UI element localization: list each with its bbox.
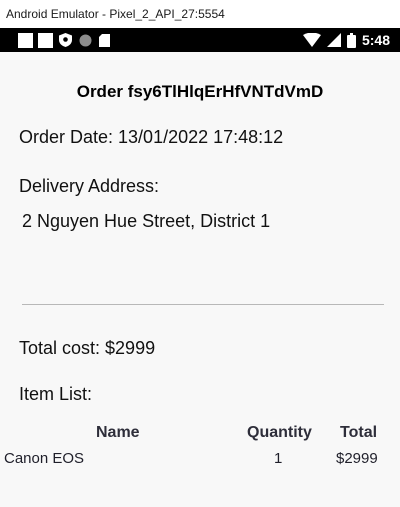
status-bar-system: 5:48 <box>302 28 390 52</box>
status-bar-time: 5:48 <box>361 32 390 48</box>
order-date: Order Date: 13/01/2022 17:48:12 <box>19 127 284 147</box>
item-quantity: 1 <box>274 450 283 467</box>
status-bar-notifications <box>18 32 111 48</box>
total-cost: Total cost: $2999 <box>19 338 156 358</box>
item-total: $2999 <box>336 450 378 467</box>
column-header-quantity: Quantity <box>247 424 312 441</box>
column-header-name: Name <box>96 424 140 441</box>
battery-icon <box>346 32 356 48</box>
order-title: Order fsy6TlHlqErHfVNTdVmD <box>76 82 324 101</box>
android-status-bar: 5:48 <box>0 28 400 52</box>
delivery-address-label: Delivery Address: <box>19 176 160 196</box>
emulator-window-title: Android Emulator - Pixel_2_API_27:5554 <box>0 0 400 28</box>
delivery-address-value: 2 Nguyen Hue Street, District 1 <box>22 211 271 231</box>
wifi-icon <box>302 33 321 47</box>
item-name: Canon EOS <box>4 450 85 467</box>
signal-icon <box>326 33 341 47</box>
circle-icon <box>79 34 92 46</box>
shield-icon <box>59 33 72 47</box>
sd-card-icon <box>99 33 110 47</box>
order-detail-screen: Order fsy6TlHlqErHfVNTdVmD Order Date: 1… <box>0 52 400 507</box>
notification-square-icon <box>18 32 33 48</box>
item-list-label: Item List: <box>19 384 93 404</box>
column-header-total: Total <box>340 424 378 441</box>
notification-square-icon <box>38 32 53 48</box>
section-divider <box>22 304 384 305</box>
